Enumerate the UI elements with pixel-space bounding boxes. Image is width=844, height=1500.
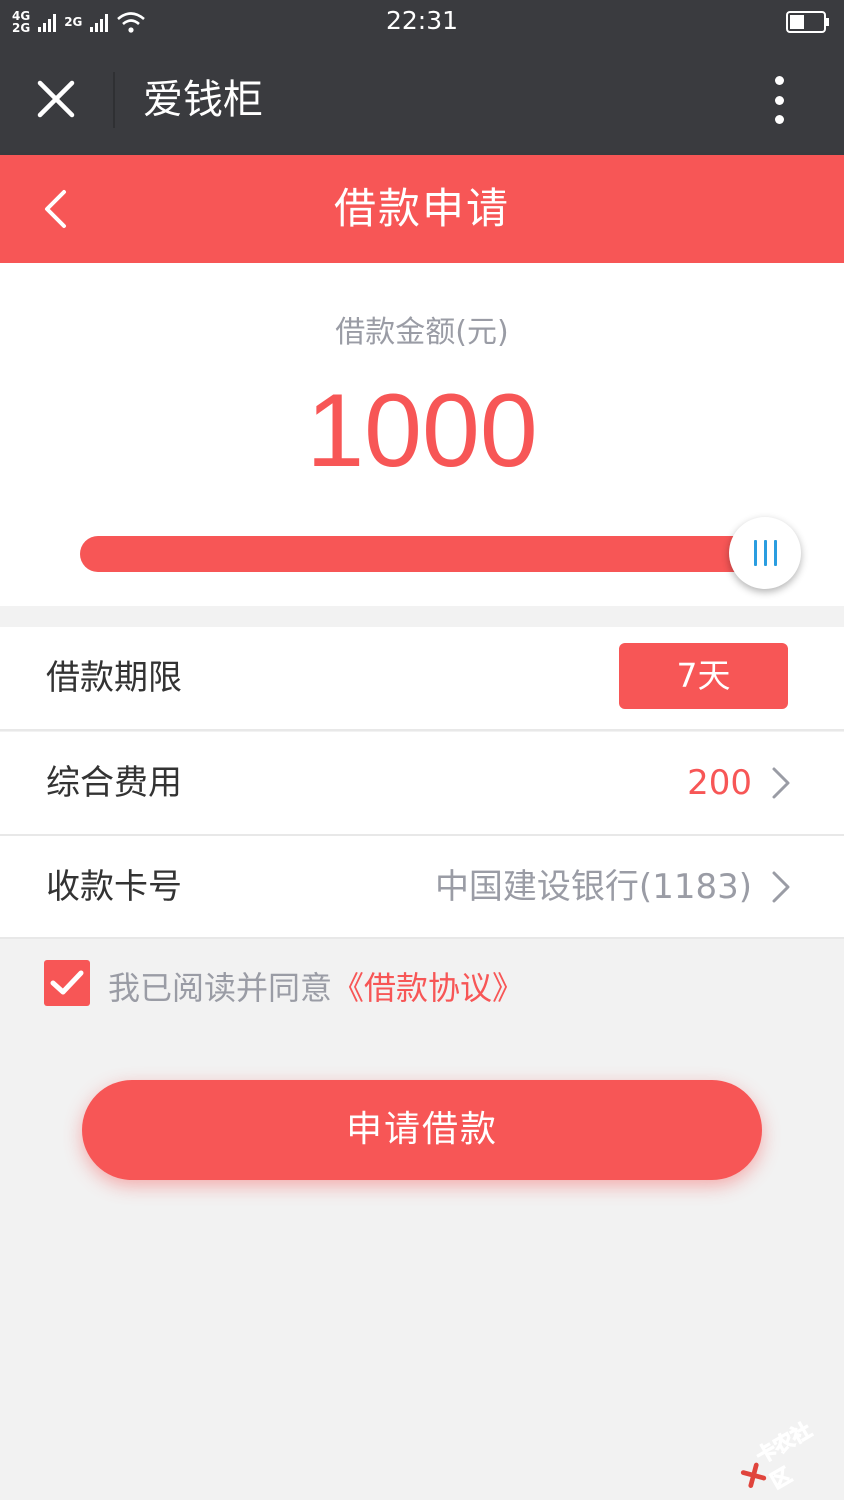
amount-value: 1000 — [306, 373, 538, 489]
loan-term-label: 借款期限 — [46, 658, 182, 698]
status-time: 22:31 — [385, 6, 459, 35]
more-dot-icon — [774, 76, 784, 85]
more-dot-icon — [774, 115, 784, 124]
grip-line-icon — [753, 540, 757, 566]
loan-agreement-link[interactable]: 《借款协议》 — [332, 969, 524, 1007]
title-divider — [113, 72, 115, 128]
app-title-bar: 爱钱柜 — [0, 44, 844, 155]
agreement-statement: 我已阅读并同意 — [108, 969, 333, 1007]
bank-card-value: 中国建设银行(1183) — [434, 867, 752, 907]
apply-loan-button[interactable]: 申请借款 — [82, 1080, 762, 1180]
grip-line-icon — [763, 540, 767, 566]
page-header: 借款申请 — [0, 155, 844, 263]
agreement-text: 我已阅读并同意《借款协议》 — [108, 964, 524, 1012]
watermark-logo: 卡农社区 — [730, 1406, 844, 1500]
page-title: 借款申请 — [333, 184, 510, 233]
amount-slider-handle[interactable] — [729, 517, 801, 589]
loan-term-option[interactable]: 7天 — [619, 643, 788, 709]
battery-icon — [786, 11, 829, 33]
grip-line-icon — [773, 540, 777, 566]
row-divider — [0, 729, 844, 731]
agreement-checkbox[interactable] — [44, 960, 90, 1006]
checkmark-icon — [50, 970, 84, 995]
row-divider — [0, 937, 844, 939]
more-dot-icon — [774, 95, 784, 105]
fee-value: 200 — [687, 763, 752, 803]
loan-term-row: 借款期限 7天 — [0, 627, 844, 729]
chevron-right-icon — [772, 767, 790, 799]
bank-card-label: 收款卡号 — [46, 867, 182, 907]
more-menu-button[interactable] — [754, 72, 804, 128]
amount-label: 借款金额(元) — [335, 315, 509, 350]
fee-row[interactable]: 综合费用 200 — [0, 732, 844, 834]
close-button[interactable] — [26, 66, 86, 132]
app-title: 爱钱柜 — [143, 77, 263, 123]
fee-label: 综合费用 — [46, 763, 182, 803]
close-icon — [37, 80, 75, 118]
amount-slider-track[interactable] — [80, 536, 770, 572]
status-bar: 4G 2G 2G 22:31 — [0, 0, 844, 44]
amount-section: 借款金额(元) 1000 — [0, 263, 844, 606]
amount-slider-fill — [80, 536, 770, 572]
chevron-right-icon — [772, 871, 790, 903]
bank-card-row[interactable]: 收款卡号 中国建设银行(1183) — [0, 836, 844, 938]
